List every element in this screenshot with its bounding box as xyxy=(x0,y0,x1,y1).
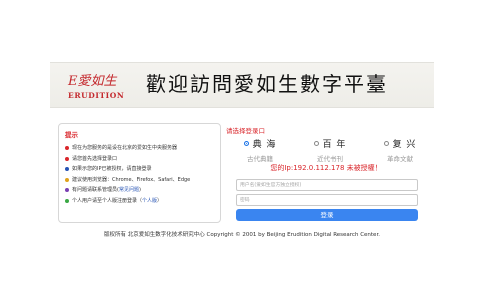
bullet-dot-icon xyxy=(65,156,69,161)
tip-text: 现在为您服务的是设在北京的爱如生中央服务器 xyxy=(72,145,178,151)
tip-link[interactable]: 常见问题 xyxy=(119,187,139,193)
tip-text: 如果示您的IP已被授权，请直接登录 xyxy=(72,166,152,173)
database-option-dianhai[interactable]: 典 海 古代典籍 xyxy=(230,137,290,163)
header-banner: E愛如生 ERUDITION 歡迎訪問愛如生數字平臺 xyxy=(50,62,434,108)
bullet-dot-icon xyxy=(65,146,69,150)
tips-list: 现在为您服务的是设在北京的爱如生中央服务器 请您首先选择登录口如果示您的IP已被授… xyxy=(65,145,214,204)
bullet-dot-icon xyxy=(65,198,69,203)
tip-item: 建议使用浏览器：Chrome、Firefox、Safari、Edge xyxy=(65,177,214,183)
tips-title: 提示 xyxy=(65,131,78,139)
tip-text: 请您首先选择登录口 xyxy=(72,155,118,162)
tip-item: 如果示您的IP已被授权，请直接登录 xyxy=(65,166,214,172)
database-option-bainian[interactable]: 百 年 近代书刊 xyxy=(300,137,360,163)
tip-text: 建议使用浏览器：Chrome、Firefox、Safari、Edge xyxy=(72,176,191,183)
database-subtitle: 古代典籍 xyxy=(247,155,273,163)
username-input[interactable] xyxy=(236,179,418,191)
tip-item: 现在为您服务的是设在北京的爱如生中央服务器 xyxy=(65,145,214,151)
tip-item: 请您首先选择登录口 xyxy=(65,156,214,162)
database-subtitle: 革命文献 xyxy=(387,155,413,163)
radio-button[interactable] xyxy=(383,141,389,146)
password-input[interactable] xyxy=(236,194,418,206)
tips-box: 提示 现在为您服务的是设在北京的爱如生中央服务器 请您首先选择登录口如果示您的IP… xyxy=(58,123,221,223)
tip-item: 有问题请联系管理员(常见问题) xyxy=(65,187,214,193)
database-option-fuxing[interactable]: 复 兴 革命文献 xyxy=(370,137,430,163)
radio-button[interactable] xyxy=(243,141,249,146)
copyright-footer: 版权所有 北京爱如生数字化技术研究中心 Copyright © 2001 by … xyxy=(104,232,380,238)
database-name: 复 兴 xyxy=(392,140,417,150)
database-name: 百 年 xyxy=(322,140,347,150)
logo-mark: E愛如生 xyxy=(68,74,117,89)
tip-text-suffix: ） xyxy=(157,197,163,204)
tip-item: 个人用户请至个人版注册登录（ 个人版） xyxy=(65,198,214,204)
tip-text: 有问题请联系管理员( xyxy=(72,187,119,194)
bullet-dot-icon xyxy=(65,188,69,193)
database-name: 典 海 xyxy=(252,140,277,150)
tip-link[interactable]: 个人版 xyxy=(142,198,157,204)
login-button[interactable]: 登录 xyxy=(236,209,418,221)
bullet-dot-icon xyxy=(65,177,69,182)
radio-button[interactable] xyxy=(313,141,319,146)
logo-wordmark: ERUDITION xyxy=(68,91,125,100)
ip-unauthorized-message: 您的Ip:192.0.112.178 未被授權！ xyxy=(270,164,382,172)
tip-text-suffix: ) xyxy=(138,187,141,194)
tip-text: 个人用户请至个人版注册登录（ xyxy=(72,197,143,204)
database-subtitle: 近代书刊 xyxy=(317,155,343,163)
welcome-title: 歡迎訪問愛如生數字平臺 xyxy=(146,72,388,96)
login-portal-title: 请选择登录口 xyxy=(226,127,265,135)
page: E愛如生 ERUDITION 歡迎訪問愛如生數字平臺 提示 现在为您服务的是设在… xyxy=(0,0,484,300)
erudition-logo: E愛如生 ERUDITION xyxy=(68,68,134,106)
bullet-dot-icon xyxy=(65,167,69,172)
login-panel: 请选择登录口 典 海 古代典籍 百 年 近代书刊 复 兴 革命文献 您的Ip:1… xyxy=(226,123,426,223)
